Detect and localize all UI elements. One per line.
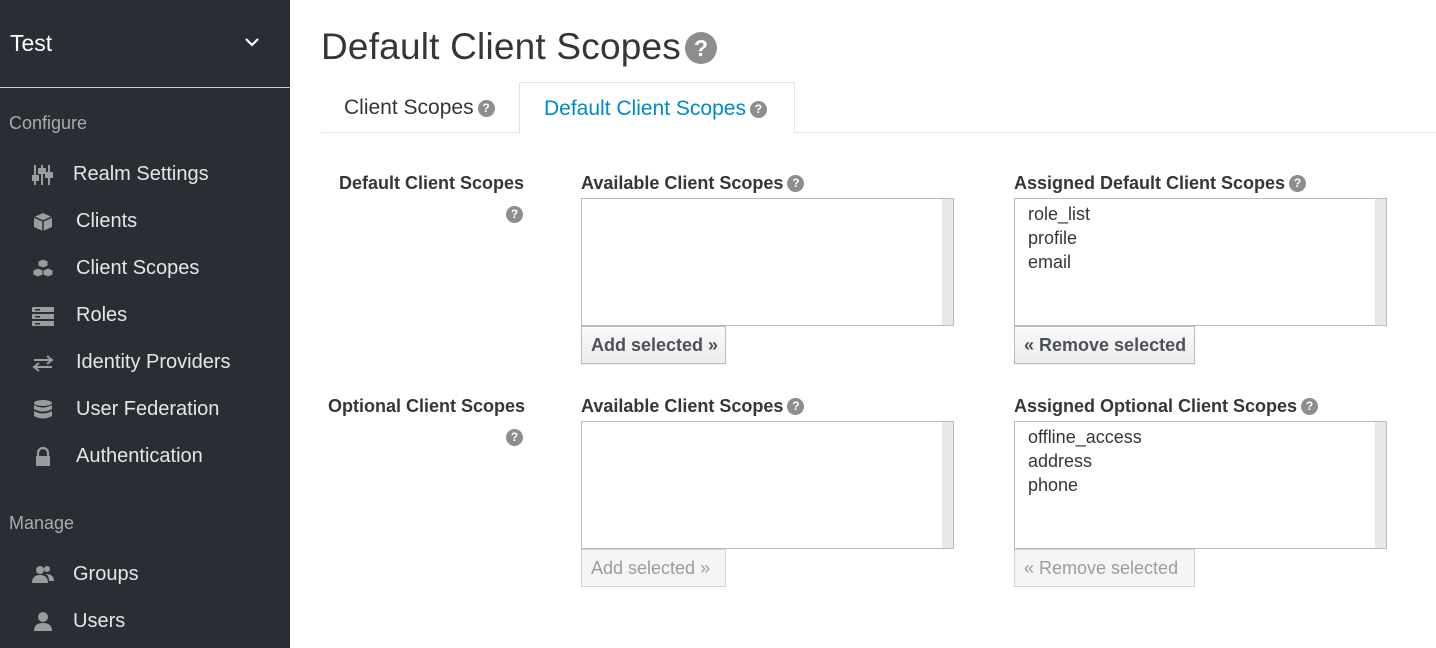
help-icon[interactable]: ? <box>787 398 805 415</box>
tab-client-scopes[interactable]: Client Scopes? <box>321 82 519 133</box>
section-configure: Configure <box>9 113 88 133</box>
sidebar-item-label: Users <box>73 610 126 632</box>
help-icon[interactable]: ? <box>506 429 523 446</box>
list-option[interactable]: email <box>1028 252 1071 273</box>
tab-label: Default Client Scopes <box>544 97 746 120</box>
sidebar-item-roles[interactable]: Roles <box>0 296 290 336</box>
help-icon[interactable]: ? <box>506 206 523 223</box>
sidebar-item-user-federation[interactable]: User Federation <box>0 390 290 430</box>
roles-icon <box>32 307 54 326</box>
cubes-icon <box>32 258 54 278</box>
realm-selector[interactable]: Test <box>0 0 290 88</box>
help-icon[interactable]: ? <box>1289 175 1307 192</box>
tab-label: Client Scopes <box>344 96 474 119</box>
sidebar-item-label: Groups <box>73 563 139 585</box>
help-icon: ? <box>749 101 767 118</box>
scrollbar[interactable] <box>942 199 953 325</box>
users-icon <box>32 566 54 583</box>
optional-scopes-label: Optional Client Scopes <box>328 396 526 416</box>
assigned-default-scopes-list[interactable]: role_list profile email <box>1014 198 1387 326</box>
sidebar-item-label: Realm Settings <box>73 163 209 185</box>
sidebar-item-groups[interactable]: Groups <box>0 555 290 595</box>
assigned-optional-label: Assigned Optional Client Scopes? <box>1014 396 1319 417</box>
scrollbar[interactable] <box>1375 422 1386 548</box>
sidebar-item-label: Authentication <box>76 445 203 467</box>
list-option[interactable]: address <box>1028 451 1092 472</box>
realm-name: Test <box>10 30 53 56</box>
sidebar: Test Configure Realm Settings Clients Cl… <box>0 0 290 648</box>
sidebar-item-label: Clients <box>76 210 138 232</box>
sidebar-item-label: Identity Providers <box>76 351 231 373</box>
user-icon <box>34 612 52 631</box>
main-content: Default Client Scopes ? Client Scopes? D… <box>290 0 1436 648</box>
sidebar-item-users[interactable]: Users <box>0 602 290 642</box>
sidebar-item-label: User Federation <box>76 398 220 420</box>
assigned-optional-scopes-list[interactable]: offline_access address phone <box>1014 421 1387 549</box>
available-optional-scopes-list[interactable] <box>581 421 954 549</box>
list-option[interactable]: role_list <box>1028 204 1090 225</box>
available-default-scopes-list[interactable] <box>581 198 954 326</box>
help-icon[interactable]: ? <box>1301 398 1319 415</box>
section-manage: Manage <box>9 513 75 533</box>
exchange-icon <box>32 355 54 372</box>
sidebar-item-identity-providers[interactable]: Identity Providers <box>0 343 290 383</box>
add-selected-default-button[interactable]: Add selected » <box>581 326 726 364</box>
help-icon[interactable]: ? <box>787 175 805 192</box>
remove-selected-optional-button[interactable]: « Remove selected <box>1014 549 1195 587</box>
lock-icon <box>36 446 50 466</box>
list-option[interactable]: offline_access <box>1028 427 1142 448</box>
cube-icon <box>33 213 53 231</box>
sidebar-item-label: Roles <box>76 304 128 326</box>
add-selected-optional-button[interactable]: Add selected » <box>581 549 726 587</box>
sidebar-item-authentication[interactable]: Authentication <box>0 437 290 477</box>
chevron-down-icon <box>245 38 259 47</box>
available-label: Available Client Scopes? <box>581 173 805 194</box>
help-icon[interactable]: ? <box>685 32 717 64</box>
sliders-icon <box>32 165 53 185</box>
sidebar-item-client-scopes[interactable]: Client Scopes <box>0 249 290 289</box>
scrollbar[interactable] <box>942 422 953 548</box>
scrollbar[interactable] <box>1375 199 1386 325</box>
tab-default-client-scopes[interactable]: Default Client Scopes? <box>519 82 795 134</box>
tab-bar: Client Scopes? Default Client Scopes? <box>321 82 1436 134</box>
help-icon: ? <box>477 100 495 117</box>
database-icon <box>34 400 52 419</box>
list-option[interactable]: profile <box>1028 228 1077 249</box>
sidebar-item-label: Client Scopes <box>76 257 200 279</box>
default-scopes-label: Default Client Scopes <box>339 173 525 193</box>
app: Test Configure Realm Settings Clients Cl… <box>0 0 1436 648</box>
available-label: Available Client Scopes? <box>581 396 805 417</box>
list-option[interactable]: phone <box>1028 475 1078 496</box>
page-title: Default Client Scopes <box>321 26 681 67</box>
sidebar-item-realm-settings[interactable]: Realm Settings <box>0 155 290 195</box>
sidebar-item-clients[interactable]: Clients <box>0 202 290 242</box>
remove-selected-default-button[interactable]: « Remove selected <box>1014 326 1195 364</box>
assigned-default-label: Assigned Default Client Scopes? <box>1014 173 1307 194</box>
